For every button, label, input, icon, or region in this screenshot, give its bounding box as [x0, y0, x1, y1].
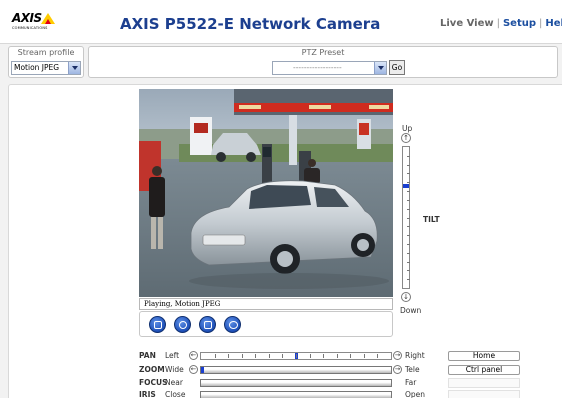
- tilt-tick: [407, 243, 410, 245]
- ctrl-panel-button[interactable]: Ctrl panel: [448, 365, 520, 375]
- tilt-tick: [407, 191, 410, 193]
- logo-wordmark: AXIS: [12, 11, 42, 25]
- stop-icon[interactable]: [149, 316, 166, 333]
- nav-separator: |: [539, 18, 543, 29]
- stream-profile-label: Stream profile: [17, 48, 75, 57]
- axis-logo[interactable]: AXIS COMMUNICATIONS: [12, 11, 62, 35]
- pan-tick: [377, 354, 379, 358]
- go-button[interactable]: Go: [389, 60, 405, 75]
- logo-subtext: COMMUNICATIONS: [12, 26, 48, 30]
- pan-tick: [282, 354, 284, 358]
- video-frame: [139, 89, 393, 297]
- focus-slider[interactable]: [200, 379, 392, 387]
- pan-right-label: Right: [405, 351, 425, 360]
- live-video-image[interactable]: [139, 89, 393, 297]
- focus-empty-cell: [448, 378, 520, 388]
- tilt-slider-thumb[interactable]: [403, 183, 409, 188]
- pan-tick: [309, 354, 311, 358]
- pan-tick: [336, 354, 338, 358]
- tilt-label: TILT: [423, 215, 440, 224]
- iris-slider[interactable]: [200, 391, 392, 398]
- iris-open-label: Open: [405, 390, 426, 398]
- zoom-slider[interactable]: [200, 366, 392, 374]
- emulate-joystick-icon[interactable]: [224, 316, 241, 333]
- focus-far-label: Far: [405, 378, 417, 387]
- tilt-tick: [407, 279, 410, 281]
- pan-tick: [363, 354, 365, 358]
- tilt-up-label: Up: [402, 124, 413, 133]
- tilt-down-arrow-icon[interactable]: ↓: [401, 292, 411, 302]
- pan-left-arrow-icon[interactable]: ←: [189, 351, 198, 360]
- pan-right-arrow-icon[interactable]: →: [393, 351, 402, 360]
- zoom-tele-label: Tele: [405, 365, 420, 374]
- tilt-tick: [407, 208, 410, 210]
- ptz-preset-value: ------------------: [293, 63, 342, 72]
- pan-tick: [323, 354, 325, 358]
- tilt-up-arrow-icon[interactable]: ↑: [401, 133, 411, 143]
- zoom-tele-arrow-icon[interactable]: →: [393, 365, 402, 374]
- header-bar: AXIS COMMUNICATIONS AXIS P5522-E Network…: [0, 0, 562, 44]
- pan-slider[interactable]: [200, 352, 392, 360]
- focus-near-label: Near: [165, 378, 183, 387]
- nav-separator: |: [496, 18, 500, 29]
- stream-profile-box: Stream profile Motion JPEG: [8, 46, 84, 78]
- tilt-tick: [407, 270, 410, 272]
- view-full-icon[interactable]: [199, 316, 216, 333]
- nav-help[interactable]: Help: [545, 18, 562, 29]
- snapshot-icon[interactable]: [174, 316, 191, 333]
- ptz-preset-box: PTZ Preset ------------------ Go: [88, 46, 558, 78]
- video-status-bar: Playing, Motion JPEG: [139, 298, 393, 310]
- pan-left-label: Left: [165, 351, 180, 360]
- stream-profile-value: Motion JPEG: [14, 63, 60, 72]
- ptz-preset-label: PTZ Preset: [301, 48, 345, 57]
- tilt-down-label: Down: [400, 306, 422, 315]
- zoom-wide-label: Wide: [165, 365, 184, 374]
- pan-tick: [228, 354, 230, 358]
- tilt-slider[interactable]: [402, 146, 410, 289]
- tilt-tick: [407, 155, 410, 157]
- tilt-tick: [407, 235, 410, 237]
- tilt-tick: [407, 226, 410, 228]
- nav-setup[interactable]: Setup: [503, 18, 536, 29]
- pan-tick: [255, 354, 257, 358]
- pan-tick: [214, 354, 216, 358]
- tilt-tick: [407, 164, 410, 166]
- zoom-slider-thumb[interactable]: [201, 367, 204, 373]
- tilt-tick: [407, 261, 410, 263]
- zoom-wide-arrow-icon[interactable]: ←: [189, 365, 198, 374]
- zoom-label: ZOOM: [139, 365, 165, 374]
- pan-label: PAN: [139, 351, 156, 360]
- logo-triangle-accent: [45, 19, 51, 24]
- nav-live-view[interactable]: Live View: [440, 18, 494, 29]
- iris-close-label: Close: [165, 390, 186, 398]
- tilt-tick: [407, 217, 410, 219]
- iris-label: IRIS: [139, 390, 156, 398]
- video-toolbar: [139, 311, 393, 337]
- tilt-tick: [407, 252, 410, 254]
- pan-tick: [350, 354, 352, 358]
- ptz-preset-select[interactable]: ------------------: [272, 61, 387, 75]
- pan-tick: [296, 354, 297, 358]
- top-nav: Live View|Setup|Help: [440, 18, 562, 29]
- iris-empty-cell: [448, 390, 520, 398]
- tilt-tick: [407, 199, 410, 201]
- home-button[interactable]: Home: [448, 351, 520, 361]
- chevron-down-icon[interactable]: [68, 62, 80, 74]
- pan-tick: [268, 354, 270, 358]
- tilt-tick: [407, 173, 410, 175]
- product-title: AXIS P5522-E Network Camera: [120, 15, 381, 33]
- pan-tick: [241, 354, 243, 358]
- stream-profile-select[interactable]: Motion JPEG: [11, 61, 81, 75]
- chevron-down-icon[interactable]: [374, 62, 386, 74]
- tilt-tick: [407, 182, 410, 184]
- focus-label: FOCUS: [139, 378, 168, 387]
